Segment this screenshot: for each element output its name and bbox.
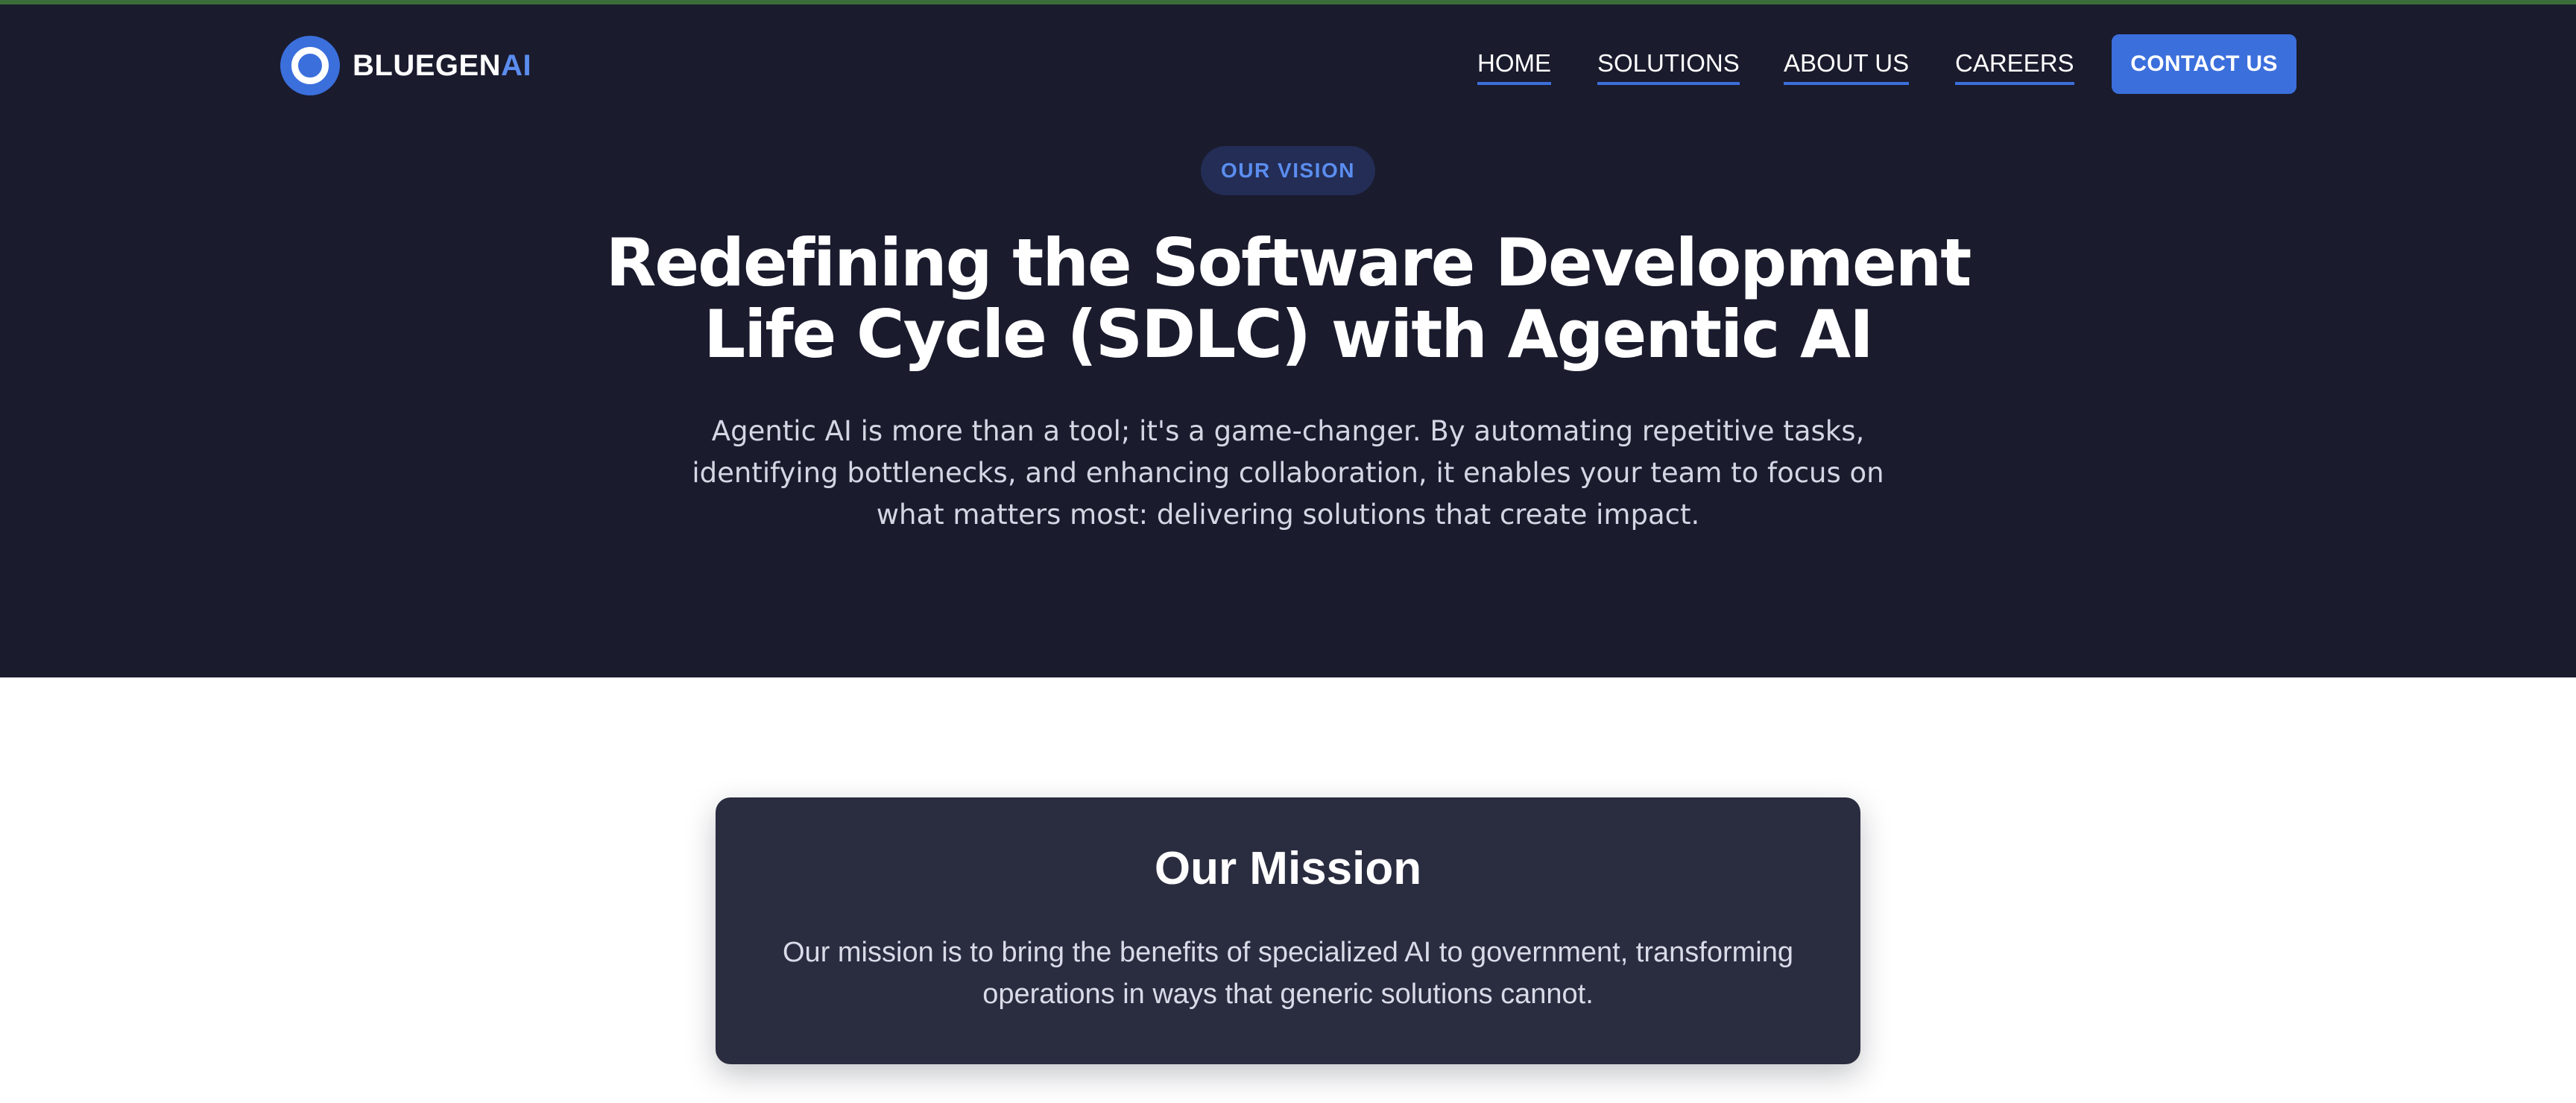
brand-logo-link[interactable]: BLUEGENAI — [280, 34, 531, 97]
brand-name: BLUEGENAI — [353, 48, 532, 82]
hero-title: Redefining the Software Development Life… — [543, 227, 2033, 370]
mission-text: Our mission is to bring the benefits of … — [783, 937, 1793, 1010]
vision-badge: OUR VISION — [1201, 146, 1375, 195]
site-header: BLUEGENAI HOME SOLUTIONS ABOUT US CAREER… — [0, 4, 2576, 124]
nav-link-solutions[interactable]: SOLUTIONS — [1597, 49, 1740, 85]
hero-description: Agentic AI is more than a tool; it's a g… — [692, 415, 1884, 531]
nav-link-home[interactable]: HOME — [1477, 49, 1551, 85]
contact-us-button[interactable]: CONTACT US — [2112, 34, 2296, 94]
nav-link-careers[interactable]: CAREERS — [1955, 49, 2074, 85]
logo-ring-icon — [280, 36, 340, 95]
hero-title-line-2: Life Cycle (SDLC) with Agentic AI — [704, 296, 1874, 373]
mission-card: Our Mission Our mission is to bring the … — [716, 797, 1860, 1064]
hero-title-line-1: Redefining the Software Development — [605, 224, 1972, 301]
mission-title: Our Mission — [1154, 843, 1422, 894]
nav-link-about-us[interactable]: ABOUT US — [1784, 49, 1910, 85]
